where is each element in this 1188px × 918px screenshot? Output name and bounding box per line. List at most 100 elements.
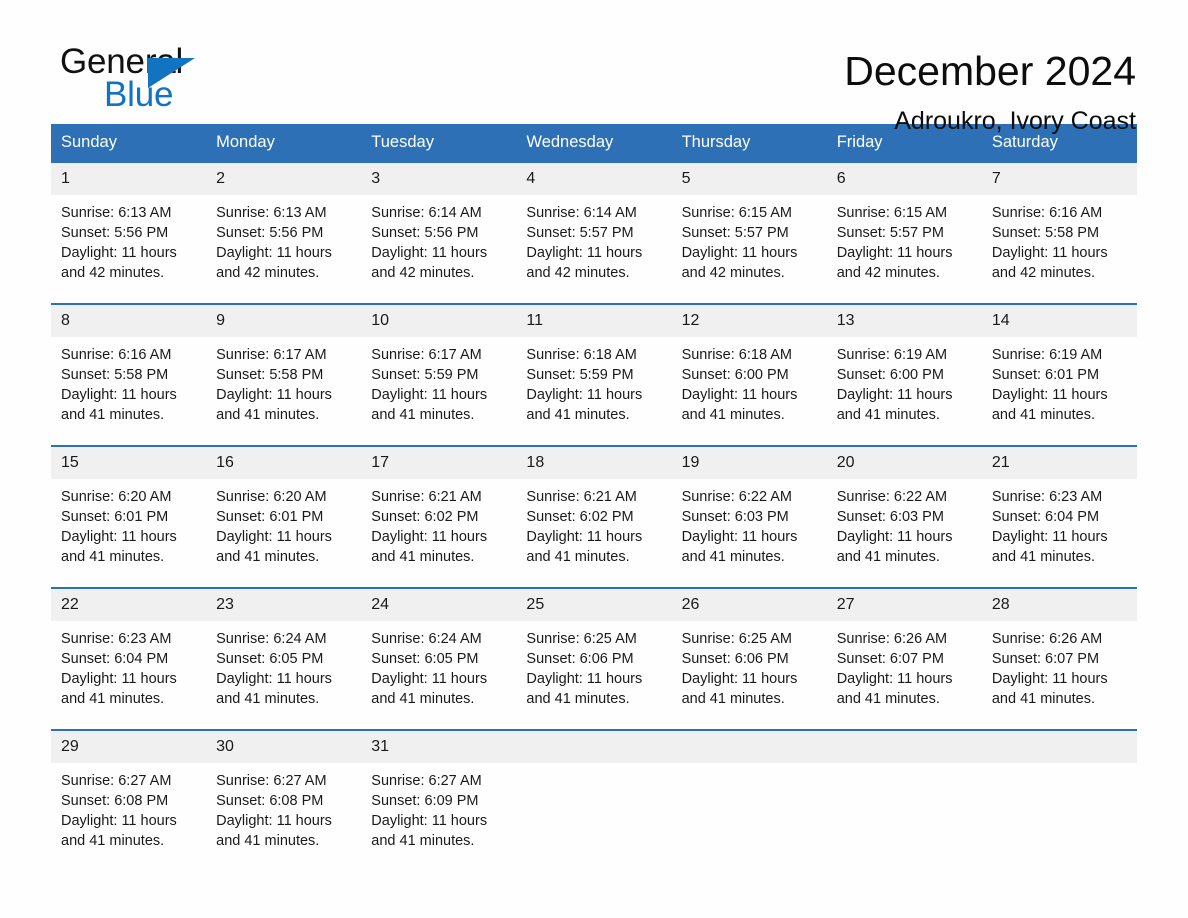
- weekday-saturday: Saturday: [991, 133, 1058, 151]
- day-number[interactable]: 12: [672, 305, 827, 337]
- day-number[interactable]: 1: [51, 163, 206, 195]
- day-number[interactable]: 11: [516, 305, 671, 337]
- day-cell[interactable]: Sunrise: 6:14 AM Sunset: 5:57 PM Dayligh…: [516, 195, 672, 303]
- day-number[interactable]: 21: [982, 447, 1137, 479]
- day-cell[interactable]: Sunrise: 6:27 AM Sunset: 6:08 PM Dayligh…: [51, 763, 207, 871]
- day-number[interactable]: 16: [206, 447, 361, 479]
- day-cell[interactable]: Sunrise: 6:24 AM Sunset: 6:05 PM Dayligh…: [206, 621, 362, 729]
- day-number[interactable]: 8: [51, 305, 206, 337]
- weekday-sunday: Sunday: [61, 133, 117, 151]
- day-number[interactable]: 2: [206, 163, 361, 195]
- day-cell[interactable]: Sunrise: 6:13 AM Sunset: 5:56 PM Dayligh…: [51, 195, 207, 303]
- sunset-text: Sunset: 6:00 PM: [836, 367, 944, 383]
- sunset-text: Sunset: 6:06 PM: [526, 651, 634, 667]
- day-cell[interactable]: Sunrise: 6:16 AM Sunset: 5:58 PM Dayligh…: [51, 337, 207, 445]
- day-number[interactable]: 3: [361, 163, 516, 195]
- day-cell[interactable]: Sunrise: 6:25 AM Sunset: 6:06 PM Dayligh…: [671, 621, 827, 729]
- day-number-empty: [982, 731, 1137, 763]
- day-cell[interactable]: Sunrise: 6:22 AM Sunset: 6:03 PM Dayligh…: [826, 479, 982, 587]
- daylight-text-line2: and 41 minutes.: [836, 691, 940, 707]
- day-cell[interactable]: Sunrise: 6:23 AM Sunset: 6:04 PM Dayligh…: [51, 621, 207, 729]
- daylight-text-line1: Daylight: 11 hours: [216, 529, 332, 545]
- day-cell[interactable]: Sunrise: 6:24 AM Sunset: 6:05 PM Dayligh…: [361, 621, 517, 729]
- day-cell[interactable]: Sunrise: 6:23 AM Sunset: 6:04 PM Dayligh…: [981, 479, 1137, 587]
- daylight-text-line2: and 42 minutes.: [371, 265, 475, 281]
- day-cell[interactable]: Sunrise: 6:16 AM Sunset: 5:58 PM Dayligh…: [981, 195, 1137, 303]
- day-cell[interactable]: Sunrise: 6:15 AM Sunset: 5:57 PM Dayligh…: [671, 195, 827, 303]
- calendar-page: General Blue December 2024 Adroukro, Ivo…: [0, 0, 1188, 918]
- daylight-text-line2: and 41 minutes.: [61, 833, 165, 849]
- day-number[interactable]: 31: [361, 731, 516, 763]
- weekday-monday: Monday: [216, 133, 275, 151]
- weekday-header-row: Sunday Monday Tuesday Wednesday Thursday…: [51, 124, 1137, 161]
- day-number[interactable]: 20: [827, 447, 982, 479]
- day-number[interactable]: 25: [516, 589, 671, 621]
- day-number[interactable]: 13: [827, 305, 982, 337]
- day-number[interactable]: 5: [672, 163, 827, 195]
- day-cell[interactable]: Sunrise: 6:27 AM Sunset: 6:09 PM Dayligh…: [361, 763, 517, 871]
- day-cell[interactable]: Sunrise: 6:13 AM Sunset: 5:56 PM Dayligh…: [206, 195, 362, 303]
- day-number[interactable]: 30: [206, 731, 361, 763]
- day-cell[interactable]: Sunrise: 6:20 AM Sunset: 6:01 PM Dayligh…: [51, 479, 207, 587]
- sunset-text: Sunset: 6:07 PM: [991, 651, 1100, 667]
- sunrise-text: Sunrise: 6:22 AM: [681, 489, 792, 505]
- day-number[interactable]: 4: [516, 163, 671, 195]
- sunset-text: Sunset: 6:03 PM: [836, 509, 944, 525]
- day-cell[interactable]: Sunrise: 6:25 AM Sunset: 6:06 PM Dayligh…: [516, 621, 672, 729]
- day-cell[interactable]: Sunrise: 6:14 AM Sunset: 5:56 PM Dayligh…: [361, 195, 517, 303]
- day-cell[interactable]: Sunrise: 6:19 AM Sunset: 6:01 PM Dayligh…: [981, 337, 1137, 445]
- daynumber-band: 8 9 10 11 12 13 14: [51, 305, 1137, 337]
- triangle-right-icon: [148, 58, 195, 88]
- day-cell[interactable]: Sunrise: 6:21 AM Sunset: 6:02 PM Dayligh…: [516, 479, 672, 587]
- sunrise-text: Sunrise: 6:18 AM: [681, 347, 792, 363]
- day-number[interactable]: 19: [672, 447, 827, 479]
- day-number[interactable]: 17: [361, 447, 516, 479]
- day-cell[interactable]: Sunrise: 6:17 AM Sunset: 5:58 PM Dayligh…: [206, 337, 362, 445]
- sunset-text: Sunset: 5:57 PM: [681, 225, 789, 241]
- day-cell[interactable]: Sunrise: 6:22 AM Sunset: 6:03 PM Dayligh…: [671, 479, 827, 587]
- week-cells: Sunrise: 6:23 AM Sunset: 6:04 PM Dayligh…: [51, 621, 1137, 729]
- daylight-text-line1: Daylight: 11 hours: [681, 671, 798, 687]
- day-cell[interactable]: Sunrise: 6:18 AM Sunset: 5:59 PM Dayligh…: [516, 337, 672, 445]
- day-cell[interactable]: Sunrise: 6:27 AM Sunset: 6:08 PM Dayligh…: [206, 763, 362, 871]
- sunset-text: Sunset: 5:56 PM: [61, 225, 169, 241]
- day-cell[interactable]: Sunrise: 6:15 AM Sunset: 5:57 PM Dayligh…: [826, 195, 982, 303]
- day-number[interactable]: 9: [206, 305, 361, 337]
- daylight-text-line2: and 41 minutes.: [681, 691, 785, 707]
- day-number[interactable]: 28: [982, 589, 1137, 621]
- day-number[interactable]: 27: [827, 589, 982, 621]
- daylight-text-line2: and 42 minutes.: [681, 265, 785, 281]
- day-number[interactable]: 23: [206, 589, 361, 621]
- day-number[interactable]: 22: [51, 589, 206, 621]
- day-number[interactable]: 7: [982, 163, 1137, 195]
- day-cell[interactable]: Sunrise: 6:26 AM Sunset: 6:07 PM Dayligh…: [981, 621, 1137, 729]
- day-cell[interactable]: Sunrise: 6:19 AM Sunset: 6:00 PM Dayligh…: [826, 337, 982, 445]
- day-number[interactable]: 14: [982, 305, 1137, 337]
- day-cell[interactable]: Sunrise: 6:17 AM Sunset: 5:59 PM Dayligh…: [361, 337, 517, 445]
- day-number[interactable]: 26: [672, 589, 827, 621]
- sunset-text: Sunset: 5:57 PM: [526, 225, 634, 241]
- day-cell[interactable]: Sunrise: 6:26 AM Sunset: 6:07 PM Dayligh…: [826, 621, 982, 729]
- day-number[interactable]: 24: [361, 589, 516, 621]
- day-number[interactable]: 18: [516, 447, 671, 479]
- sunset-text: Sunset: 6:00 PM: [681, 367, 789, 383]
- day-number[interactable]: 15: [51, 447, 206, 479]
- daylight-text-line2: and 41 minutes.: [216, 407, 320, 423]
- day-number[interactable]: 10: [361, 305, 516, 337]
- sunset-text: Sunset: 5:56 PM: [216, 225, 324, 241]
- sunrise-text: Sunrise: 6:13 AM: [61, 205, 172, 221]
- day-cell[interactable]: Sunrise: 6:20 AM Sunset: 6:01 PM Dayligh…: [206, 479, 362, 587]
- day-number[interactable]: 29: [51, 731, 206, 763]
- day-cell-empty: [516, 763, 672, 871]
- daylight-text-line2: and 41 minutes.: [681, 407, 785, 423]
- weekday-wednesday: Wednesday: [526, 133, 614, 151]
- daylight-text-line1: Daylight: 11 hours: [991, 529, 1108, 545]
- sunset-text: Sunset: 6:03 PM: [681, 509, 789, 525]
- day-cell[interactable]: Sunrise: 6:18 AM Sunset: 6:00 PM Dayligh…: [671, 337, 827, 445]
- daylight-text-line2: and 41 minutes.: [216, 833, 320, 849]
- sunrise-text: Sunrise: 6:27 AM: [61, 773, 172, 789]
- day-number[interactable]: 6: [827, 163, 982, 195]
- daylight-text-line1: Daylight: 11 hours: [371, 529, 488, 545]
- week-cells: Sunrise: 6:20 AM Sunset: 6:01 PM Dayligh…: [51, 479, 1137, 587]
- day-cell[interactable]: Sunrise: 6:21 AM Sunset: 6:02 PM Dayligh…: [361, 479, 517, 587]
